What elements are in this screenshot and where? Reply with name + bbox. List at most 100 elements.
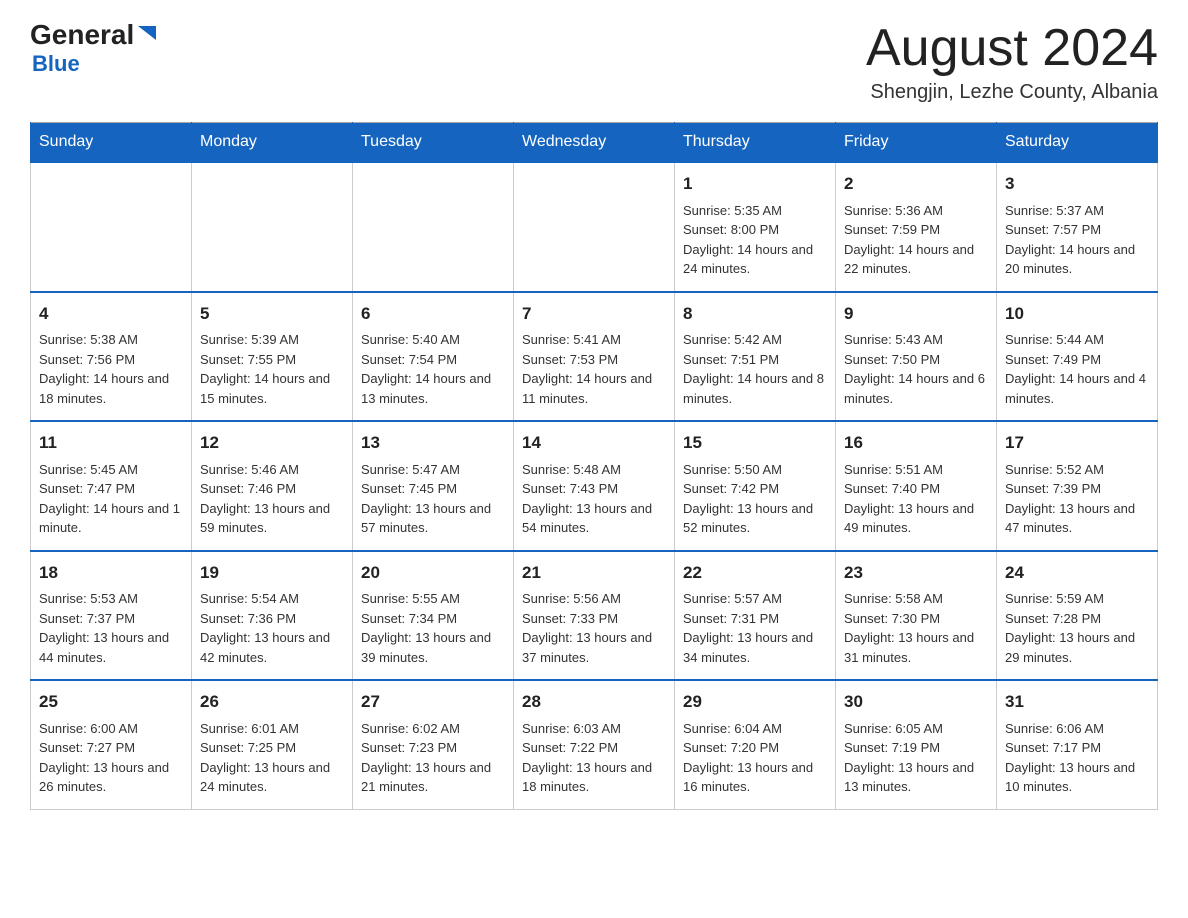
calendar-week-row: 25Sunrise: 6:00 AMSunset: 7:27 PMDayligh… [31, 680, 1158, 809]
subtitle: Shengjin, Lezhe County, Albania [866, 81, 1158, 104]
day-info: Sunset: 7:55 PM [200, 350, 344, 370]
day-info: Sunset: 7:42 PM [683, 479, 827, 499]
day-info: Daylight: 13 hours and 49 minutes. [844, 499, 988, 538]
day-number: 10 [1005, 301, 1149, 327]
day-info: Daylight: 14 hours and 6 minutes. [844, 369, 988, 408]
day-info: Sunrise: 5:45 AM [39, 460, 183, 480]
day-info: Daylight: 13 hours and 21 minutes. [361, 758, 505, 797]
calendar-week-row: 18Sunrise: 5:53 AMSunset: 7:37 PMDayligh… [31, 551, 1158, 681]
day-info: Sunset: 8:00 PM [683, 220, 827, 240]
calendar-day-cell: 17Sunrise: 5:52 AMSunset: 7:39 PMDayligh… [997, 421, 1158, 551]
day-info: Daylight: 14 hours and 22 minutes. [844, 240, 988, 279]
day-info: Sunset: 7:25 PM [200, 738, 344, 758]
day-info: Sunrise: 5:42 AM [683, 330, 827, 350]
title-area: August 2024 Shengjin, Lezhe County, Alba… [866, 20, 1158, 104]
day-info: Sunrise: 5:58 AM [844, 589, 988, 609]
day-info: Sunrise: 5:51 AM [844, 460, 988, 480]
day-info: Sunset: 7:53 PM [522, 350, 666, 370]
day-info: Sunrise: 5:36 AM [844, 201, 988, 221]
day-info: Sunrise: 5:35 AM [683, 201, 827, 221]
calendar-day-cell: 4Sunrise: 5:38 AMSunset: 7:56 PMDaylight… [31, 292, 192, 422]
day-info: Sunset: 7:23 PM [361, 738, 505, 758]
day-number: 12 [200, 430, 344, 456]
day-number: 11 [39, 430, 183, 456]
day-info: Sunset: 7:40 PM [844, 479, 988, 499]
day-info: Daylight: 13 hours and 37 minutes. [522, 628, 666, 667]
calendar-day-cell: 19Sunrise: 5:54 AMSunset: 7:36 PMDayligh… [192, 551, 353, 681]
calendar-day-cell: 10Sunrise: 5:44 AMSunset: 7:49 PMDayligh… [997, 292, 1158, 422]
day-number: 28 [522, 689, 666, 715]
day-info: Sunset: 7:47 PM [39, 479, 183, 499]
day-number: 27 [361, 689, 505, 715]
day-info: Daylight: 13 hours and 24 minutes. [200, 758, 344, 797]
day-info: Daylight: 13 hours and 26 minutes. [39, 758, 183, 797]
day-info: Sunset: 7:45 PM [361, 479, 505, 499]
day-info: Sunset: 7:39 PM [1005, 479, 1149, 499]
day-info: Sunset: 7:49 PM [1005, 350, 1149, 370]
calendar-day-cell: 26Sunrise: 6:01 AMSunset: 7:25 PMDayligh… [192, 680, 353, 809]
day-info: Daylight: 13 hours and 39 minutes. [361, 628, 505, 667]
day-info: Sunrise: 5:48 AM [522, 460, 666, 480]
day-info: Sunset: 7:54 PM [361, 350, 505, 370]
day-number: 7 [522, 301, 666, 327]
day-info: Daylight: 14 hours and 13 minutes. [361, 369, 505, 408]
weekday-header-row: SundayMondayTuesdayWednesdayThursdayFrid… [31, 123, 1158, 163]
calendar-day-cell: 30Sunrise: 6:05 AMSunset: 7:19 PMDayligh… [836, 680, 997, 809]
calendar-day-cell: 3Sunrise: 5:37 AMSunset: 7:57 PMDaylight… [997, 162, 1158, 292]
day-info: Sunrise: 6:01 AM [200, 719, 344, 739]
day-info: Sunset: 7:34 PM [361, 609, 505, 629]
day-number: 15 [683, 430, 827, 456]
empty-cell [192, 162, 353, 292]
day-info: Daylight: 14 hours and 1 minute. [39, 499, 183, 538]
calendar-day-cell: 27Sunrise: 6:02 AMSunset: 7:23 PMDayligh… [353, 680, 514, 809]
day-info: Sunrise: 5:55 AM [361, 589, 505, 609]
empty-cell [353, 162, 514, 292]
day-number: 9 [844, 301, 988, 327]
day-info: Daylight: 14 hours and 20 minutes. [1005, 240, 1149, 279]
day-info: Daylight: 13 hours and 31 minutes. [844, 628, 988, 667]
day-number: 8 [683, 301, 827, 327]
day-number: 20 [361, 560, 505, 586]
day-info: Sunset: 7:20 PM [683, 738, 827, 758]
day-number: 23 [844, 560, 988, 586]
day-number: 3 [1005, 171, 1149, 197]
calendar-day-cell: 14Sunrise: 5:48 AMSunset: 7:43 PMDayligh… [514, 421, 675, 551]
day-info: Sunrise: 5:38 AM [39, 330, 183, 350]
day-info: Daylight: 13 hours and 52 minutes. [683, 499, 827, 538]
logo-triangle-icon [136, 22, 158, 44]
day-number: 24 [1005, 560, 1149, 586]
day-info: Daylight: 13 hours and 59 minutes. [200, 499, 344, 538]
calendar-day-cell: 1Sunrise: 5:35 AMSunset: 8:00 PMDaylight… [675, 162, 836, 292]
day-info: Daylight: 13 hours and 57 minutes. [361, 499, 505, 538]
day-info: Daylight: 13 hours and 42 minutes. [200, 628, 344, 667]
day-number: 22 [683, 560, 827, 586]
day-info: Daylight: 13 hours and 44 minutes. [39, 628, 183, 667]
day-info: Daylight: 13 hours and 29 minutes. [1005, 628, 1149, 667]
day-info: Sunrise: 5:46 AM [200, 460, 344, 480]
empty-cell [514, 162, 675, 292]
day-number: 4 [39, 301, 183, 327]
day-number: 29 [683, 689, 827, 715]
day-info: Sunrise: 5:40 AM [361, 330, 505, 350]
day-info: Daylight: 13 hours and 34 minutes. [683, 628, 827, 667]
calendar-day-cell: 2Sunrise: 5:36 AMSunset: 7:59 PMDaylight… [836, 162, 997, 292]
day-info: Sunset: 7:43 PM [522, 479, 666, 499]
day-info: Sunset: 7:31 PM [683, 609, 827, 629]
day-info: Daylight: 14 hours and 15 minutes. [200, 369, 344, 408]
day-info: Daylight: 13 hours and 54 minutes. [522, 499, 666, 538]
day-info: Sunrise: 5:57 AM [683, 589, 827, 609]
day-info: Sunrise: 6:03 AM [522, 719, 666, 739]
main-title: August 2024 [866, 20, 1158, 77]
calendar-day-cell: 8Sunrise: 5:42 AMSunset: 7:51 PMDaylight… [675, 292, 836, 422]
header-area: General Blue August 2024 Shengjin, Lezhe… [30, 20, 1158, 104]
logo-blue: Blue [32, 51, 80, 77]
day-number: 6 [361, 301, 505, 327]
calendar-day-cell: 23Sunrise: 5:58 AMSunset: 7:30 PMDayligh… [836, 551, 997, 681]
calendar-week-row: 11Sunrise: 5:45 AMSunset: 7:47 PMDayligh… [31, 421, 1158, 551]
weekday-header-sunday: Sunday [31, 123, 192, 163]
calendar-day-cell: 7Sunrise: 5:41 AMSunset: 7:53 PMDaylight… [514, 292, 675, 422]
day-info: Sunrise: 5:59 AM [1005, 589, 1149, 609]
day-info: Sunrise: 5:52 AM [1005, 460, 1149, 480]
calendar-day-cell: 9Sunrise: 5:43 AMSunset: 7:50 PMDaylight… [836, 292, 997, 422]
day-info: Sunrise: 5:37 AM [1005, 201, 1149, 221]
